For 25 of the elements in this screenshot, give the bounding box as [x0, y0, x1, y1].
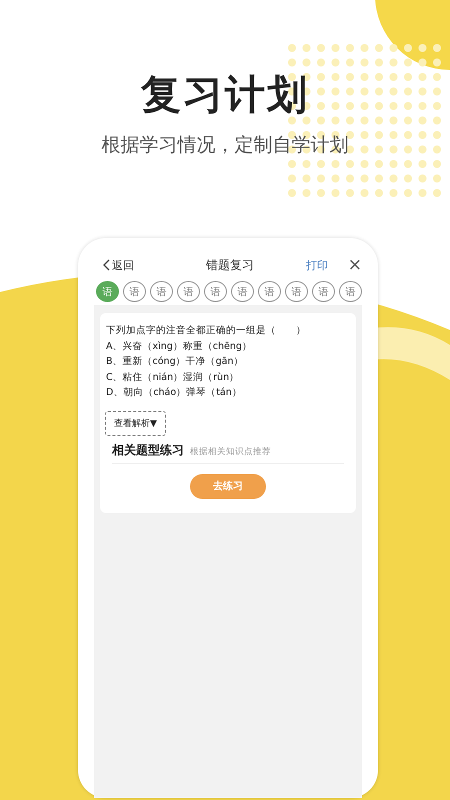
- banner-subtitle: 根据学习情况，定制自学计划: [102, 133, 348, 158]
- section-hint: 根据相关知识点推荐: [190, 446, 271, 458]
- subject-tab[interactable]: 语: [285, 281, 308, 302]
- answer-option: C、粘住（nián）湿润（rùn）: [106, 370, 350, 385]
- back-button[interactable]: 返回: [94, 258, 182, 272]
- answer-option: B、重新（cóng）干净（gān）: [106, 354, 350, 370]
- subject-tab[interactable]: 语: [231, 281, 254, 302]
- subject-tab[interactable]: 语: [123, 281, 146, 302]
- banner-title: 复习计划: [141, 71, 309, 120]
- subject-tab[interactable]: 语: [312, 281, 335, 302]
- subject-tab[interactable]: 语: [96, 281, 119, 302]
- page-title: 错题复习: [205, 256, 255, 274]
- answer-option: A、兴奋（xìng）称重（chēng）: [106, 338, 350, 354]
- subject-tab[interactable]: 语: [204, 281, 227, 302]
- subject-tab[interactable]: 语: [339, 281, 362, 302]
- answer-option: D、朝向（cháo）弹琴（tán）: [106, 385, 350, 400]
- analysis-button[interactable]: 查看解析▼: [105, 410, 166, 436]
- close-button[interactable]: ×: [328, 255, 362, 275]
- subject-tab[interactable]: 语: [258, 281, 281, 302]
- print-link[interactable]: 打印: [278, 258, 328, 272]
- subject-tab[interactable]: 语: [150, 281, 173, 302]
- section-title: 相关题型练习: [112, 442, 184, 458]
- back-chevron-icon: [102, 259, 110, 271]
- question-stem: 下列加点字的注音全都正确的一组是（ ）: [106, 324, 307, 338]
- subject-tab[interactable]: 语: [177, 281, 200, 302]
